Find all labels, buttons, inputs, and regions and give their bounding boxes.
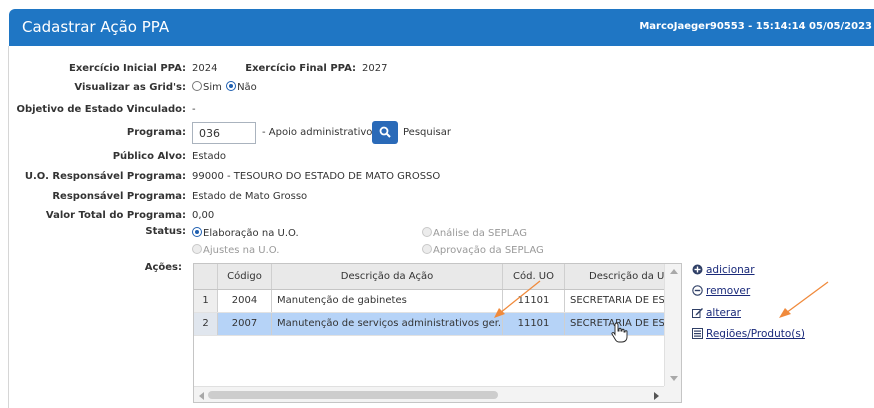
cell-codigo: 2007	[218, 313, 272, 335]
scroll-up-icon[interactable]	[670, 268, 678, 274]
edit-icon	[692, 308, 703, 318]
grid-header-descricao[interactable]: Descrição da Ação	[272, 264, 503, 289]
remover-link[interactable]: remover	[692, 285, 750, 297]
cell-descricao: Manutenção de serviços administrativos g…	[272, 313, 503, 335]
cell-cod-uo: 11101	[503, 290, 565, 312]
scrollbar-thumb[interactable]	[208, 391, 498, 399]
grid-header-rownum	[194, 264, 218, 289]
status-option-ajustes[interactable]: Ajustes na U.O.	[192, 244, 279, 256]
row-number: 1	[194, 290, 218, 312]
valor-total-label: Valor Total do Programa:	[45, 210, 186, 221]
objetivo-value: -	[192, 104, 196, 115]
remover-label: remover	[706, 285, 751, 297]
cell-cod-uo: 11101	[503, 313, 565, 335]
objetivo-label: Objetivo de Estado Vinculado:	[16, 104, 186, 115]
page-header: Cadastrar Ação PPA MarcoJaeger90553 - 15…	[9, 9, 874, 46]
minus-circle-icon	[692, 285, 703, 296]
annotation-arrow-regioes	[779, 281, 829, 318]
grid-header-desc-un[interactable]: Descrição da Un	[565, 264, 665, 289]
pesquisar-button[interactable]	[372, 121, 398, 144]
scroll-right-icon[interactable]	[654, 392, 660, 400]
table-row-selected[interactable]: 2 2007 Manutenção de serviços administra…	[194, 313, 665, 336]
cell-desc-un: SECRETARIA DE ES	[570, 318, 665, 329]
plus-circle-icon	[692, 264, 703, 275]
uo-responsavel-label: U.O. Responsável Programa:	[24, 171, 186, 182]
status-radio-aprovacao[interactable]	[422, 244, 432, 254]
search-icon	[379, 126, 391, 138]
row-number: 2	[194, 313, 218, 335]
cell-descricao: Manutenção de gabinetes	[272, 290, 503, 312]
responsavel-programa-label: Responsável Programa:	[52, 191, 186, 202]
window: Cadastrar Ação PPA MarcoJaeger90553 - 15…	[0, 0, 874, 408]
scroll-left-icon[interactable]	[198, 392, 204, 400]
visualizar-grids-radio-group: Sim Não	[192, 81, 257, 93]
status-label: Status:	[145, 226, 186, 237]
exercicio-inicial-value: 2024	[192, 63, 218, 74]
grid-header-codigo[interactable]: Código	[218, 264, 272, 289]
cell-codigo: 2004	[218, 290, 272, 312]
programa-input[interactable]: 036	[192, 122, 256, 144]
status-radio-ajustes[interactable]	[192, 244, 202, 254]
radio-sim-label: Sim	[203, 82, 222, 93]
status-option-label: Aprovação da SEPLAG	[433, 245, 544, 256]
pesquisar-label[interactable]: Pesquisar	[403, 127, 451, 138]
uo-responsavel-value: 99000 - TESOURO DO ESTADO DE MATO GROSSO	[192, 171, 441, 182]
panel-border	[8, 46, 9, 408]
acoes-label: Ações:	[144, 262, 182, 273]
status-option-aprovacao[interactable]: Aprovação da SEPLAG	[422, 244, 544, 256]
status-option-label: Elaboração na U.O.	[203, 228, 299, 239]
exercicio-final-label: Exercício Final PPA:	[245, 63, 356, 74]
publico-alvo-label: Público Alvo:	[112, 151, 186, 162]
radio-sim[interactable]	[192, 81, 202, 91]
programa-description: - Apoio administrativo	[262, 127, 373, 138]
grid-header-cod-uo[interactable]: Cód. UO	[503, 264, 565, 289]
adicionar-label: adicionar	[706, 264, 755, 276]
radio-nao-label: Não	[237, 82, 257, 93]
alterar-label: alterar	[706, 307, 741, 319]
table-row[interactable]: 1 2004 Manutenção de gabinetes 11101 SEC…	[194, 290, 665, 313]
regioes-produtos-label: Regiões/Produto(s)	[706, 328, 805, 340]
responsavel-programa-value: Estado de Mato Grosso	[192, 191, 308, 202]
status-option-analise[interactable]: Análise da SEPLAG	[422, 227, 527, 239]
status-option-label: Ajustes na U.O.	[203, 245, 280, 256]
status-option-label: Análise da SEPLAG	[433, 228, 527, 239]
regioes-produtos-link[interactable]: Regiões/Produto(s)	[692, 328, 805, 340]
grid-header-row: Código Descrição da Ação Cód. UO Descriç…	[194, 264, 665, 290]
exercicio-inicial-label: Exercício Inicial PPA:	[68, 63, 186, 74]
user-session-info: MarcoJaeger90553 - 15:14:14 05/05/2023	[639, 21, 872, 32]
radio-nao[interactable]	[226, 81, 237, 91]
cell-desc-un: SECRETARIA DE ES	[570, 295, 665, 306]
page-title: Cadastrar Ação PPA	[22, 18, 170, 36]
alterar-link[interactable]: alterar	[692, 307, 741, 319]
adicionar-link[interactable]: adicionar	[692, 264, 755, 276]
visualizar-grids-label: Visualizar as Grid's:	[74, 82, 186, 93]
acoes-grid: Código Descrição da Ação Cód. UO Descriç…	[193, 263, 682, 403]
publico-alvo-value: Estado	[192, 151, 227, 162]
exercicio-final-value: 2027	[362, 63, 388, 74]
programa-label: Programa:	[126, 127, 186, 138]
grid-horizontal-scrollbar[interactable]	[194, 386, 664, 402]
grid-vertical-scrollbar[interactable]	[664, 264, 681, 386]
status-radio-analise[interactable]	[422, 227, 432, 237]
status-radio-elaboracao[interactable]	[192, 227, 202, 237]
scroll-down-icon[interactable]	[670, 376, 678, 382]
scrollbar-corner	[664, 386, 681, 402]
status-option-elaboracao[interactable]: Elaboração na U.O.	[192, 227, 299, 239]
document-list-icon	[692, 328, 703, 339]
valor-total-value: 0,00	[192, 210, 215, 221]
